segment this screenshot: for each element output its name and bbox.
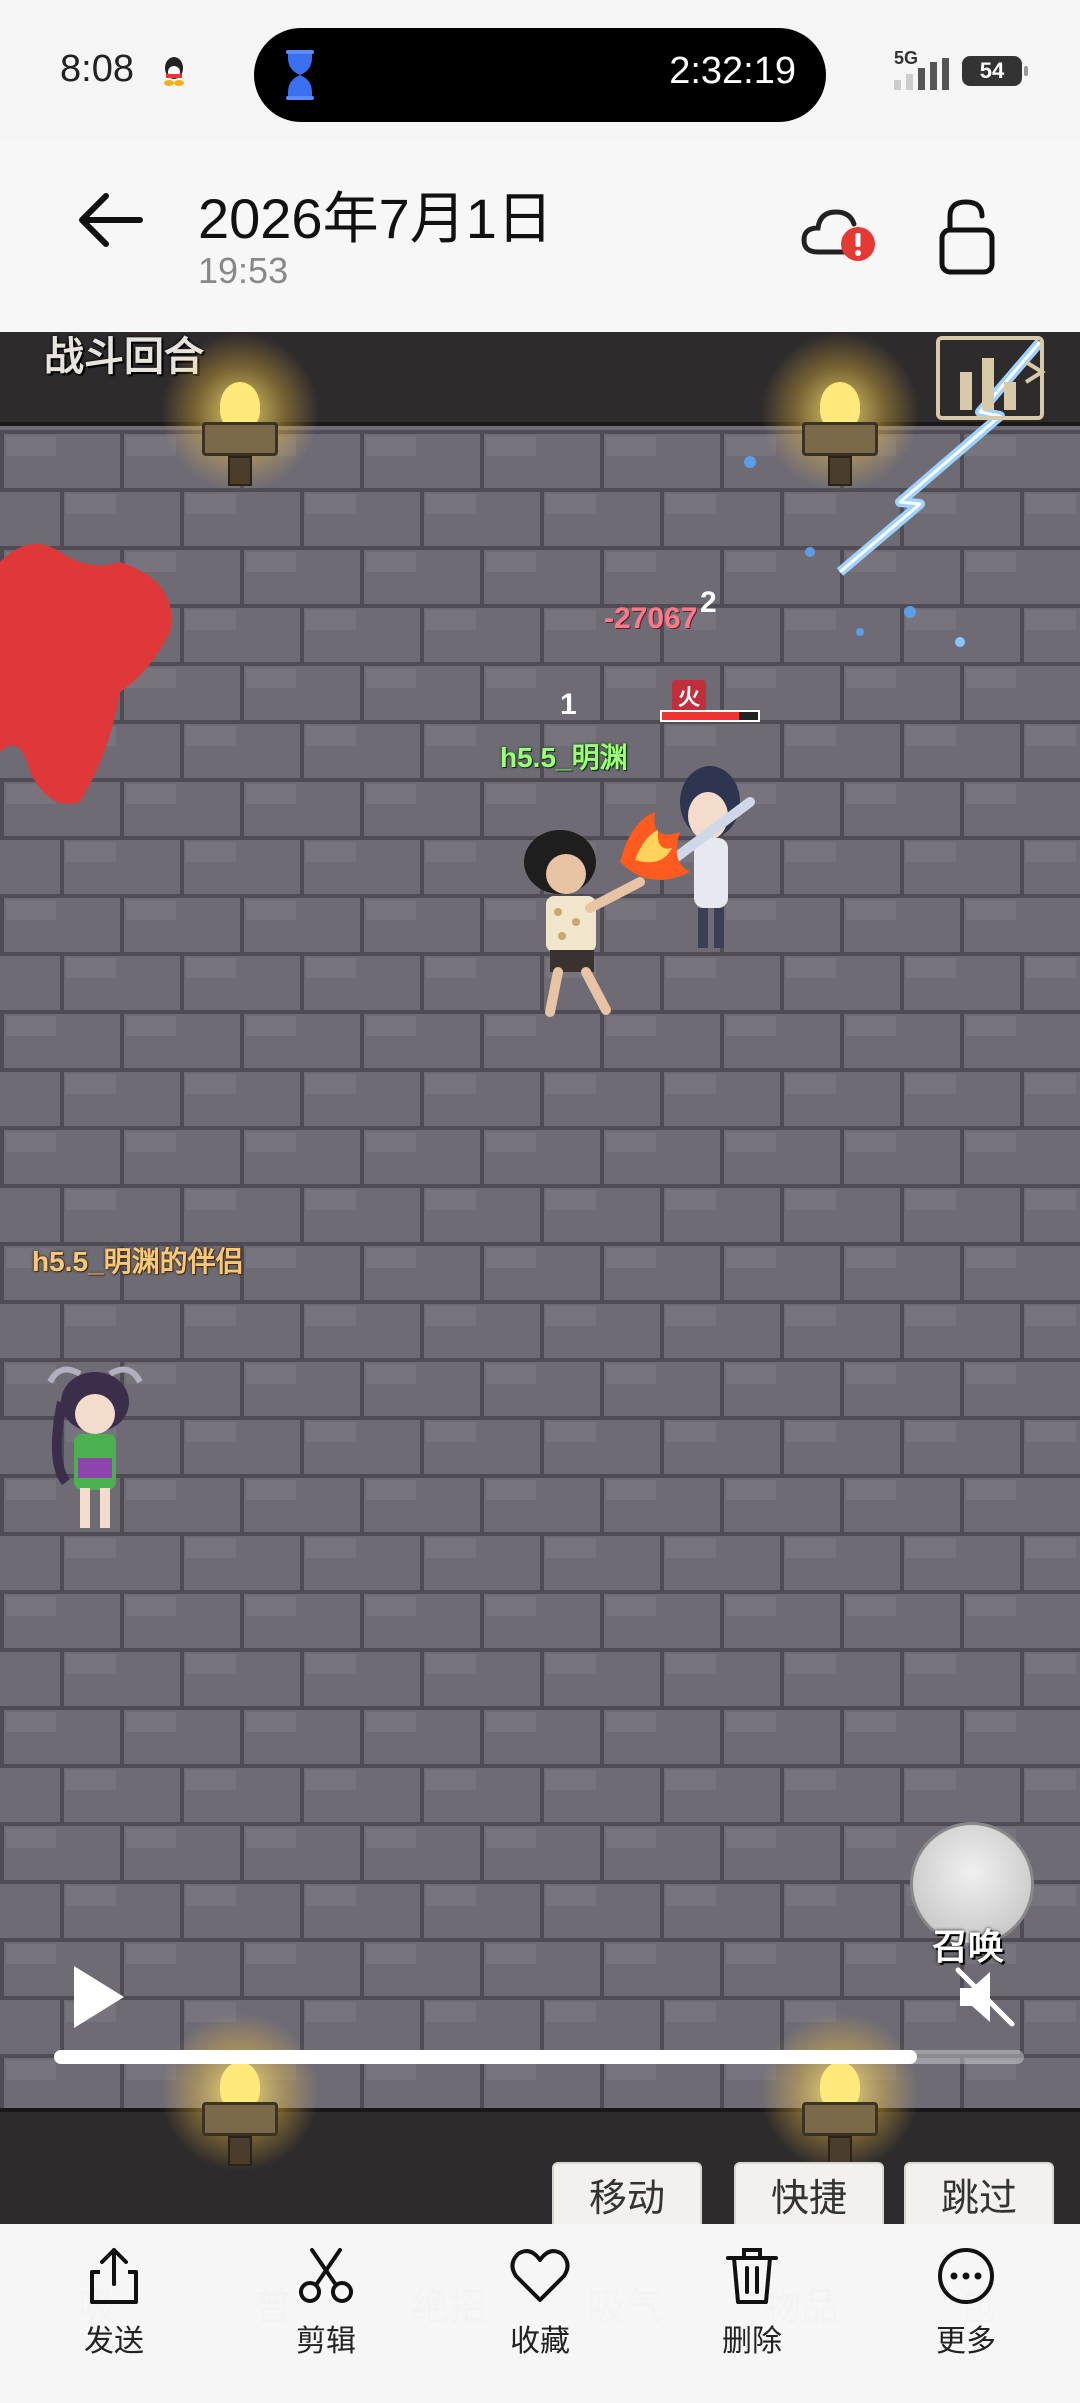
- enemy-status-badge: 火: [672, 680, 707, 712]
- more-button[interactable]: 更多: [896, 2244, 1036, 2384]
- torch-icon: [760, 2012, 920, 2172]
- back-arrow-icon[interactable]: [70, 180, 150, 260]
- stats-chart-icon[interactable]: [930, 332, 1050, 432]
- delete-label: 删除: [722, 2325, 782, 2358]
- game-video-frame[interactable]: 战斗回合 2 -27067 1 火 h5.5_明渊 h5.5_明渊的伴侣 召唤 …: [0, 332, 1080, 2224]
- qq-icon: [164, 57, 184, 86]
- summon-button[interactable]: 召唤: [906, 1822, 1036, 1972]
- island-timer: 2:32:19: [669, 50, 796, 92]
- cloud-alert-icon[interactable]: [800, 200, 880, 270]
- player-character: [524, 830, 645, 1017]
- combo-count: 2: [700, 586, 717, 619]
- heart-icon: [510, 2249, 570, 2302]
- send-label: 发送: [84, 2325, 144, 2358]
- more-label: 更多: [936, 2325, 996, 2358]
- send-button[interactable]: 发送: [44, 2244, 184, 2384]
- quick-button[interactable]: 快捷: [734, 2162, 884, 2224]
- edit-button[interactable]: 剪辑: [256, 2244, 396, 2384]
- torch-icon: [160, 332, 320, 492]
- unlock-icon[interactable]: [936, 196, 1000, 276]
- scissors-icon: [299, 2248, 353, 2303]
- companion-name-label: h5.5_明渊的伴侣: [32, 1246, 244, 1277]
- companion-character: [47, 1366, 143, 1528]
- enemy-hp-bar: [660, 710, 760, 722]
- video-progress-bar[interactable]: [54, 2050, 1024, 2064]
- mute-icon[interactable]: [950, 1962, 1020, 2032]
- play-icon[interactable]: [68, 1962, 128, 2032]
- status-time: 8:08: [60, 48, 134, 90]
- player-name-label: h5.5_明渊: [500, 742, 628, 773]
- combo-count: 1: [560, 688, 577, 721]
- video-progress-fill: [54, 2050, 918, 2064]
- bottom-toolbar: 发送 剪辑 收藏 删除 更多: [0, 2224, 1080, 2403]
- header: 2026年7月1日 19:53: [0, 140, 1080, 332]
- dynamic-island[interactable]: 2:32:19: [254, 28, 826, 122]
- page-title: 2026年7月1日: [198, 187, 553, 250]
- edit-label: 剪辑: [296, 2325, 356, 2358]
- trash-icon: [726, 2248, 778, 2304]
- damage-number: -27067: [604, 602, 698, 635]
- page-subtitle: 19:53: [198, 250, 289, 291]
- move-button[interactable]: 移动: [552, 2162, 702, 2224]
- hourglass-icon: [286, 50, 314, 100]
- torch-icon: [160, 2012, 320, 2172]
- status-bar: 8:08 2:32:19 5G 54: [0, 0, 1080, 140]
- signal-icon: [894, 58, 949, 90]
- favorite-button[interactable]: 收藏: [470, 2244, 610, 2384]
- delete-button[interactable]: 删除: [682, 2244, 822, 2384]
- red-redaction-mark: [0, 544, 172, 804]
- enemy-hp-fill: [662, 712, 739, 720]
- battery-icon: 54: [962, 56, 1028, 86]
- share-icon: [90, 2248, 138, 2304]
- favorite-label: 收藏: [510, 2325, 570, 2358]
- more-dots-icon: [938, 2248, 994, 2304]
- skip-button[interactable]: 跳过: [904, 2162, 1054, 2224]
